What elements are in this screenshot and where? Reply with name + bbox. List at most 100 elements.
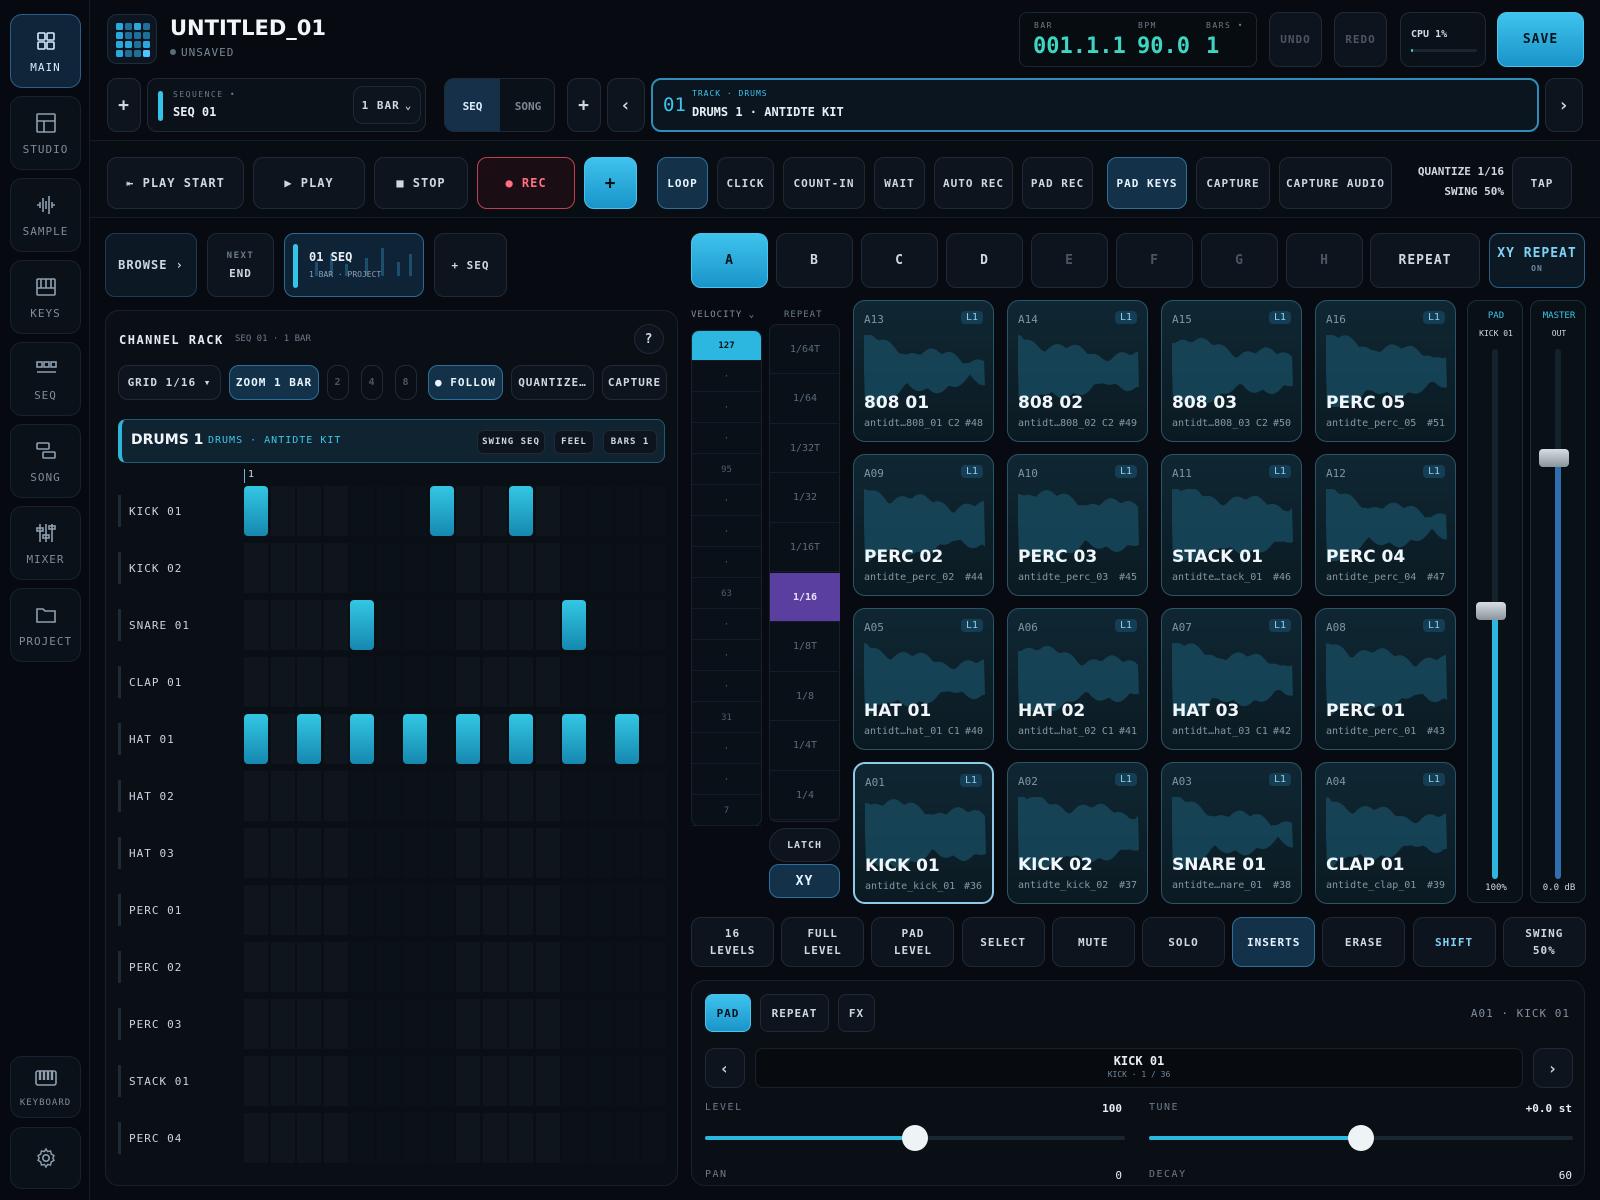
- step-cell[interactable]: [535, 885, 560, 935]
- step-cell[interactable]: [244, 543, 268, 593]
- auto-rec-toggle[interactable]: AUTO REC: [934, 157, 1013, 209]
- step-cell[interactable]: [376, 942, 401, 992]
- pad-func-swing-50[interactable]: SWING 50%: [1502, 917, 1586, 967]
- step-note[interactable]: [509, 714, 533, 764]
- repeat-rate-1-16[interactable]: 1/16: [770, 573, 840, 622]
- step-cell[interactable]: [562, 486, 586, 536]
- step-cell[interactable]: [562, 1056, 586, 1106]
- drum-pad[interactable]: A09 L1 PERC 02 antidte_perc_02 #44: [853, 454, 994, 596]
- step-cell[interactable]: [403, 1113, 427, 1163]
- velocity-cell[interactable]: ·: [692, 765, 761, 795]
- step-cell[interactable]: [482, 543, 507, 593]
- step-cell[interactable]: [509, 543, 533, 593]
- swing-readout[interactable]: SWING 50%: [1402, 185, 1504, 198]
- add-sequence-button[interactable]: +: [107, 78, 141, 132]
- step-cell[interactable]: [297, 657, 321, 707]
- velocity-cell[interactable]: 127: [692, 331, 761, 361]
- channel-row-label[interactable]: HAT 02: [118, 780, 175, 812]
- step-cell[interactable]: [456, 828, 480, 878]
- step-cell[interactable]: [456, 942, 480, 992]
- step-cell[interactable]: [323, 885, 348, 935]
- step-note[interactable]: [297, 714, 321, 764]
- step-cell[interactable]: [615, 885, 639, 935]
- tune-slider-thumb[interactable]: [1348, 1125, 1374, 1151]
- step-cell[interactable]: [429, 714, 454, 764]
- step-cell[interactable]: [270, 1056, 295, 1106]
- step-cell[interactable]: [509, 999, 533, 1049]
- step-cell[interactable]: [323, 1113, 348, 1163]
- xy-toggle[interactable]: XY: [769, 864, 840, 898]
- loop-toggle[interactable]: LOOP: [657, 157, 708, 209]
- add-button[interactable]: +: [584, 157, 637, 209]
- step-cell[interactable]: [350, 657, 374, 707]
- capture-button[interactable]: CAPTURE: [1196, 157, 1270, 209]
- step-cell[interactable]: [535, 714, 560, 764]
- repeat-rate-1-4t[interactable]: 1/4T: [770, 722, 840, 771]
- step-cell[interactable]: [562, 543, 586, 593]
- tab-fx[interactable]: FX: [838, 994, 875, 1032]
- step-cell[interactable]: [641, 942, 666, 992]
- step-cell[interactable]: [244, 942, 268, 992]
- step-cell[interactable]: [429, 543, 454, 593]
- step-cell[interactable]: [403, 999, 427, 1049]
- step-cell[interactable]: [429, 1113, 454, 1163]
- velocity-cell[interactable]: ·: [692, 362, 761, 392]
- save-button[interactable]: SAVE: [1497, 12, 1584, 67]
- nav-keys[interactable]: KEYS: [10, 260, 81, 334]
- pad-func-solo[interactable]: SOLO: [1142, 917, 1225, 967]
- current-sequence-card[interactable]: 01 SEQ 1 BAR · PROJECT: [284, 233, 424, 297]
- velocity-cell[interactable]: ·: [692, 610, 761, 640]
- step-cell[interactable]: [456, 1056, 480, 1106]
- bars-button[interactable]: BARS 1: [603, 430, 657, 454]
- step-cell[interactable]: [244, 999, 268, 1049]
- velocity-cell[interactable]: ·: [692, 517, 761, 547]
- step-cell[interactable]: [615, 657, 639, 707]
- quantize-button[interactable]: QUANTIZE…: [511, 365, 594, 400]
- pad-func-mute[interactable]: MUTE: [1051, 917, 1135, 967]
- level-slider-thumb[interactable]: [902, 1125, 928, 1151]
- velocity-cell[interactable]: 31: [692, 703, 761, 733]
- bars-value[interactable]: 1: [1206, 34, 1219, 59]
- step-cell[interactable]: [297, 600, 321, 650]
- channel-row-label[interactable]: KICK 02: [118, 552, 182, 584]
- step-cell[interactable]: [376, 600, 401, 650]
- step-note[interactable]: [350, 714, 374, 764]
- step-cell[interactable]: [482, 486, 507, 536]
- nav-seq[interactable]: SEQ: [10, 342, 81, 416]
- channel-row-label[interactable]: HAT 01: [118, 723, 175, 755]
- drum-pad[interactable]: A02 L1 KICK 02 antidte_kick_02 #37: [1007, 762, 1148, 904]
- step-cell[interactable]: [376, 999, 401, 1049]
- step-note[interactable]: [615, 714, 639, 764]
- step-cell[interactable]: [588, 999, 613, 1049]
- nav-project[interactable]: PROJECT: [10, 588, 81, 662]
- next-sequence-button[interactable]: NEXT END: [207, 233, 274, 297]
- step-cell[interactable]: [588, 657, 613, 707]
- step-cell[interactable]: [323, 828, 348, 878]
- mode-seq-button[interactable]: SEQ: [445, 79, 500, 131]
- add-seq-button[interactable]: + SEQ: [434, 233, 507, 297]
- drum-pad[interactable]: A06 L1 HAT 02 antidt…hat_02 C1 #41: [1007, 608, 1148, 750]
- step-cell[interactable]: [270, 942, 295, 992]
- step-cell[interactable]: [615, 1113, 639, 1163]
- step-cell[interactable]: [429, 657, 454, 707]
- step-cell[interactable]: [403, 828, 427, 878]
- step-cell[interactable]: [588, 885, 613, 935]
- step-cell[interactable]: [323, 771, 348, 821]
- step-cell[interactable]: [297, 828, 321, 878]
- step-note[interactable]: [562, 714, 586, 764]
- step-cell[interactable]: [509, 942, 533, 992]
- step-cell[interactable]: [403, 771, 427, 821]
- step-cell[interactable]: [482, 771, 507, 821]
- track-selector[interactable]: 01 TRACK · DRUMS DRUMS 1 · ANTIDTE KIT: [651, 78, 1539, 132]
- step-cell[interactable]: [244, 885, 268, 935]
- step-cell[interactable]: [641, 657, 666, 707]
- step-cell[interactable]: [270, 657, 295, 707]
- step-cell[interactable]: [350, 999, 374, 1049]
- step-note[interactable]: [429, 486, 454, 536]
- step-cell[interactable]: [641, 600, 666, 650]
- step-cell[interactable]: [244, 771, 268, 821]
- channel-row-label[interactable]: PERC 01: [118, 894, 182, 926]
- mode-song-button[interactable]: SONG: [500, 79, 554, 131]
- step-cell[interactable]: [562, 657, 586, 707]
- click-toggle[interactable]: CLICK: [717, 157, 774, 209]
